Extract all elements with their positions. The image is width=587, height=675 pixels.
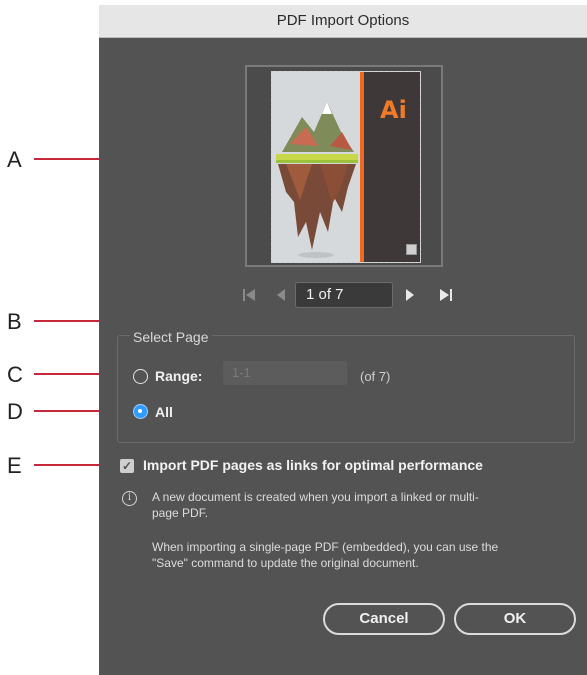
last-page-button[interactable] (437, 286, 455, 304)
info-line-3: When importing a single-page PDF (embedd… (152, 540, 499, 554)
skip-to-last-icon (440, 289, 452, 301)
floating-island-illustration (272, 72, 360, 262)
import-links-checkbox[interactable]: ✓ (120, 459, 134, 473)
next-page-button[interactable] (402, 286, 418, 304)
next-icon (406, 289, 414, 301)
first-page-button[interactable] (240, 286, 258, 304)
previous-icon (277, 289, 285, 301)
range-input[interactable]: 1-1 (223, 361, 347, 385)
dialog-title: PDF Import Options (99, 5, 587, 38)
info-line-4: "Save" command to update the original do… (152, 556, 419, 570)
callout-b: B (7, 309, 22, 334)
preview-page-thumbnail: Ai (271, 71, 421, 263)
previous-page-button[interactable] (273, 286, 289, 304)
info-icon: i (122, 491, 137, 506)
cancel-button[interactable]: Cancel (323, 603, 445, 635)
callout-c: C (7, 362, 23, 387)
info-line-1: A new document is created when you impor… (152, 490, 479, 504)
import-links-label: Import PDF pages as links for optimal pe… (143, 457, 483, 473)
ok-button[interactable]: OK (454, 603, 576, 635)
page-preview: Ai (245, 65, 443, 267)
page-number-field[interactable]: 1 of 7 (295, 282, 393, 308)
callout-a: A (7, 147, 22, 172)
cover-dark-panel: Ai (364, 72, 420, 262)
all-radio[interactable] (133, 404, 148, 419)
qr-code-icon (406, 244, 417, 255)
select-page-group (117, 335, 575, 443)
select-page-title: Select Page (130, 329, 212, 345)
range-total: (of 7) (360, 369, 391, 384)
callout-d: D (7, 399, 23, 424)
skip-to-first-icon (243, 289, 255, 301)
range-label: Range: (155, 368, 203, 384)
callout-e: E (7, 453, 22, 478)
all-label: All (155, 404, 173, 420)
illustrator-logo: Ai (380, 96, 407, 124)
info-line-2: page PDF. (152, 506, 209, 520)
pdf-import-dialog: PDF Import Options Ai 1 of 7 Select Page… (99, 5, 587, 675)
range-radio[interactable] (133, 369, 148, 384)
